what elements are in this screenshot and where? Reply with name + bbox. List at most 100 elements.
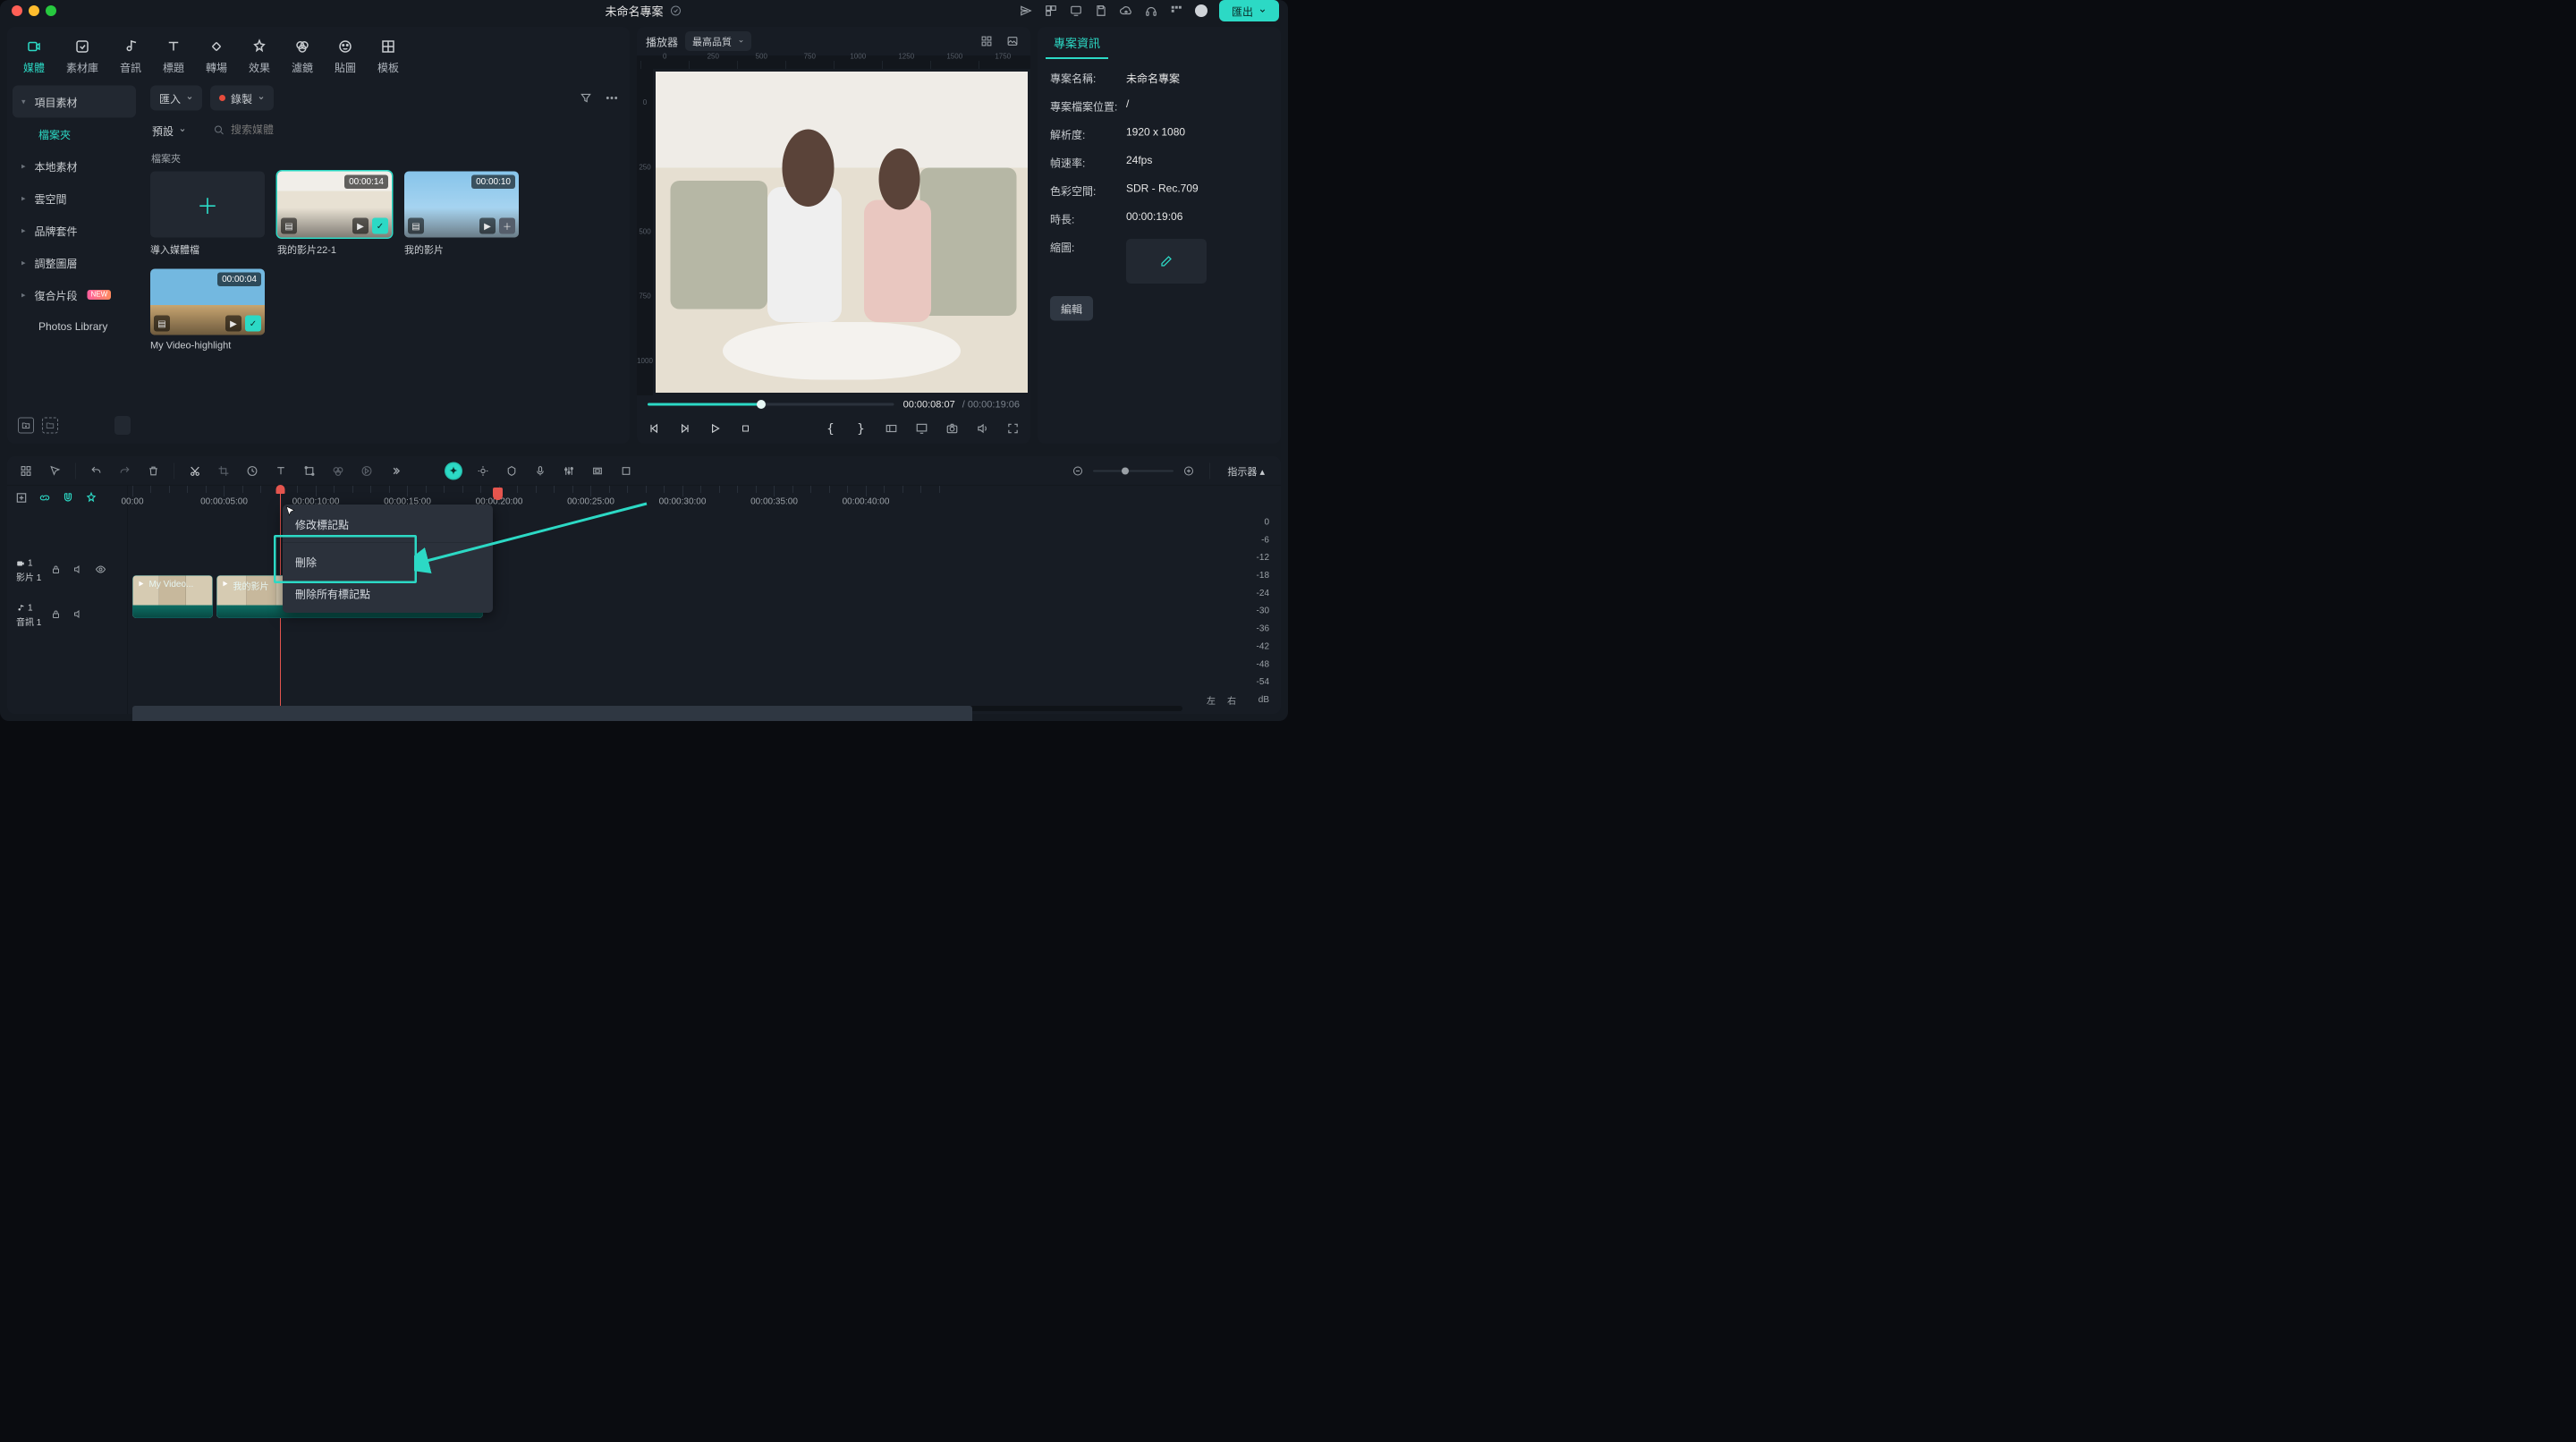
track-header-audio[interactable]: 1音訊 1 <box>7 593 128 638</box>
import-dropdown[interactable]: 匯入 <box>150 86 202 111</box>
image-view-icon[interactable] <box>1004 32 1021 50</box>
next-frame-icon[interactable] <box>676 420 693 437</box>
sidebar-item[interactable]: ▸復合片段NEW <box>13 279 136 311</box>
delete-icon[interactable] <box>146 462 162 479</box>
menu-delete[interactable]: 刪除 <box>283 546 493 578</box>
tab-filters[interactable]: 濾鏡 <box>292 38 313 75</box>
media-thumbnail[interactable]: 00:00:10▤▶＋ <box>404 172 519 238</box>
undo-icon[interactable] <box>89 462 105 479</box>
tab-library[interactable]: 素材庫 <box>66 38 98 75</box>
new-folder-icon[interactable] <box>18 418 34 434</box>
ai-button[interactable]: ✦ <box>445 462 462 479</box>
color-icon[interactable] <box>330 462 346 479</box>
add-to-timeline-icon[interactable]: ＋ <box>499 218 515 234</box>
minimize-window-button[interactable] <box>29 5 39 16</box>
media-item[interactable]: 00:00:04▤▶✓My Video-highlight <box>150 269 265 352</box>
audio-mix-icon[interactable] <box>561 462 577 479</box>
sidebar-item[interactable]: ▸調整圖層 <box>13 247 136 279</box>
mute-track-icon[interactable] <box>72 564 86 578</box>
volume-icon[interactable] <box>974 420 991 437</box>
monitor-icon[interactable] <box>1069 4 1083 18</box>
scrub-knob[interactable] <box>757 400 766 409</box>
sidebar-item[interactable]: ▸品牌套件 <box>13 215 136 247</box>
render-icon[interactable] <box>589 462 606 479</box>
stop-icon[interactable] <box>737 420 754 437</box>
keyframe-icon[interactable] <box>359 462 375 479</box>
link-icon[interactable] <box>38 492 54 507</box>
preview-icon[interactable]: ▶ <box>225 316 242 332</box>
thumbnail-preview[interactable] <box>1126 239 1207 284</box>
crop-icon[interactable] <box>216 462 232 479</box>
lock-track-icon[interactable] <box>50 564 64 578</box>
menu-delete-all-markers[interactable]: 刪除所有標記點 <box>283 578 493 610</box>
zoom-in-icon[interactable] <box>1181 462 1197 479</box>
media-thumbnail[interactable]: 00:00:04▤▶✓ <box>150 269 265 335</box>
aspect-ratio-icon[interactable] <box>883 420 900 437</box>
scrub-bar[interactable]: 00:00:08:07 / 00:00:19:06 <box>637 395 1030 413</box>
marker-icon[interactable] <box>504 462 520 479</box>
zoom-knob[interactable] <box>1122 467 1129 474</box>
tab-project-info[interactable]: 專案資訊 <box>1046 29 1108 60</box>
grid-view-icon[interactable] <box>978 32 996 50</box>
import-media-tile[interactable]: ＋ <box>150 172 265 238</box>
tab-transition[interactable]: 轉場 <box>206 38 227 75</box>
visibility-track-icon[interactable] <box>95 564 108 578</box>
media-grid-icon[interactable] <box>1044 4 1058 18</box>
zoom-out-icon[interactable] <box>1070 462 1086 479</box>
auto-ripple-icon[interactable] <box>85 492 100 507</box>
media-thumbnail[interactable]: 00:00:14▤▶✓ <box>277 172 392 238</box>
tab-effects[interactable]: 效果 <box>249 38 270 75</box>
collapse-sidebar-button[interactable] <box>114 416 131 435</box>
redo-icon[interactable] <box>117 462 133 479</box>
media-item[interactable]: 00:00:10▤▶＋我的影片 <box>404 172 519 257</box>
timeline-main[interactable]: 00:0000:00:05:0000:00:10:0000:00:15:0000… <box>128 486 1281 714</box>
save-icon[interactable] <box>1094 4 1108 18</box>
media-item[interactable]: 00:00:14▤▶✓我的影片22-1 <box>277 172 392 257</box>
search-input[interactable] <box>206 118 621 143</box>
text-icon[interactable] <box>273 462 289 479</box>
timeline-clip[interactable]: My Video... <box>132 575 213 618</box>
fullscreen-icon[interactable] <box>1004 420 1021 437</box>
mute-track-icon[interactable] <box>72 609 86 623</box>
filter-icon[interactable] <box>577 89 595 107</box>
preview-icon[interactable]: ▶ <box>479 218 496 234</box>
record-dropdown[interactable]: 錄製 <box>210 86 274 111</box>
headphones-icon[interactable] <box>1144 4 1158 18</box>
speed-icon[interactable] <box>244 462 260 479</box>
snapshot-icon[interactable] <box>944 420 961 437</box>
sidebar-header-project-media[interactable]: ▾ 項目素材 <box>13 86 136 118</box>
quality-dropdown[interactable]: 最高品質 <box>685 31 751 51</box>
mark-out-icon[interactable]: } <box>852 420 869 437</box>
cursor-tool-icon[interactable] <box>47 462 63 479</box>
mark-in-icon[interactable]: { <box>822 420 839 437</box>
maximize-window-button[interactable] <box>46 5 56 16</box>
preset-dropdown[interactable]: 預設 <box>150 118 195 143</box>
new-bin-icon[interactable] <box>42 418 58 434</box>
cloud-upload-icon[interactable] <box>1119 4 1133 18</box>
enhance-icon[interactable] <box>475 462 491 479</box>
sidebar-item[interactable]: ▸雲空間 <box>13 182 136 215</box>
edit-button[interactable]: 編輯 <box>1050 296 1093 321</box>
preview-icon[interactable]: ▶ <box>352 218 369 234</box>
sidebar-item-folder[interactable]: 檔案夾 <box>13 118 136 150</box>
play-icon[interactable] <box>707 420 724 437</box>
timeline-marker[interactable] <box>493 488 503 500</box>
cut-icon[interactable] <box>187 462 203 479</box>
tab-media[interactable]: 媒體 <box>23 38 45 75</box>
track-header-video[interactable]: 1影片 1 <box>7 548 128 593</box>
scrub-track[interactable] <box>648 403 894 406</box>
send-icon[interactable] <box>1019 4 1033 18</box>
transform-icon[interactable] <box>301 462 318 479</box>
mic-icon[interactable] <box>532 462 548 479</box>
zoom-slider[interactable] <box>1093 470 1174 471</box>
tab-stickers[interactable]: 貼圖 <box>335 38 356 75</box>
apps-grid-icon[interactable] <box>1169 4 1183 18</box>
tab-templates[interactable]: 模板 <box>377 38 399 75</box>
lock-track-icon[interactable] <box>50 609 64 623</box>
avatar[interactable] <box>1194 4 1208 18</box>
timeline-horizontal-scrollbar[interactable] <box>132 706 1182 711</box>
layout-icon[interactable] <box>18 462 34 479</box>
more-icon[interactable] <box>603 89 621 107</box>
sidebar-item-photos-library[interactable]: Photos Library <box>13 311 136 344</box>
indicator-dropdown[interactable]: 指示器 ▴ <box>1222 463 1270 478</box>
